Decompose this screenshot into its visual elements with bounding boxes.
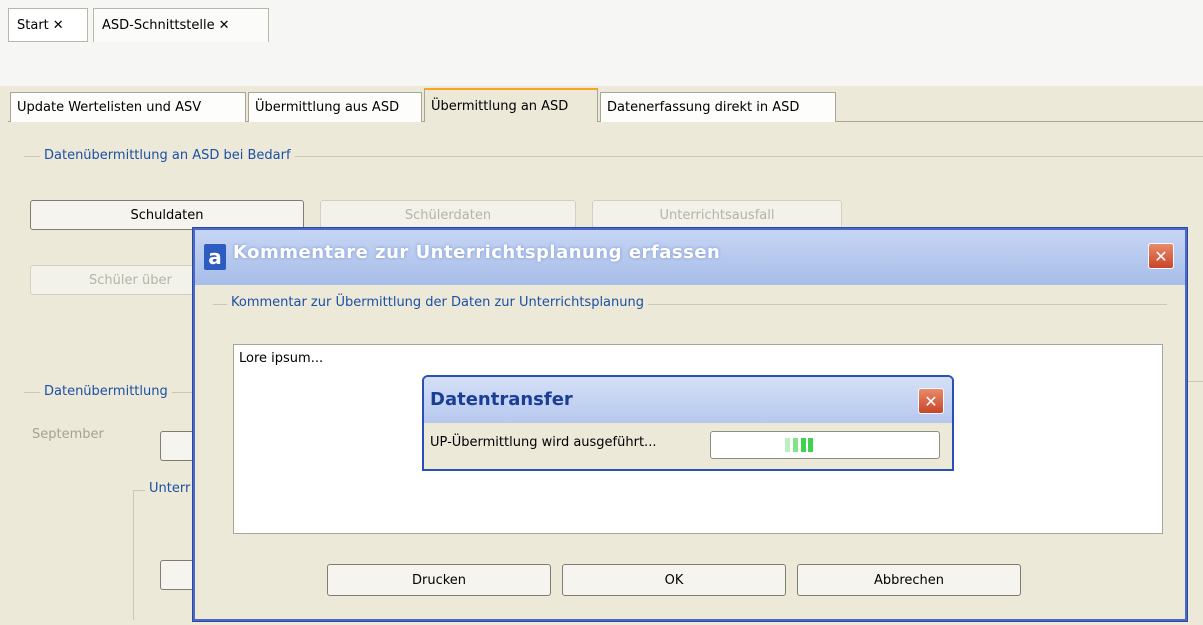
group-divider	[1187, 381, 1203, 382]
progress-title: Datentransfer	[430, 389, 573, 410]
button-label: Schülerdaten	[404, 207, 492, 223]
progress-chunk	[808, 438, 813, 452]
progress-message: UP-Übermittlung wird ausgeführt...	[430, 435, 657, 450]
progress-chunk	[801, 438, 806, 452]
doc-tab-label: Start	[17, 17, 49, 33]
button-label: Unterrichtsausfall	[659, 207, 775, 223]
schuelerdaten-button[interactable]: Schülerdaten	[320, 200, 576, 230]
schueler-uebertragen-button[interactable]: Schüler über	[30, 265, 200, 295]
schuldaten-button[interactable]: Schuldaten	[30, 200, 304, 230]
tab-label: Datenerfassung direkt in ASD	[607, 100, 800, 115]
tab-update-wertelisten[interactable]: Update Wertelisten und ASV	[10, 92, 246, 122]
app-icon: a	[204, 244, 226, 270]
doc-tab-asd-schnittstelle[interactable]: ASD-Schnittstelle ✕	[93, 8, 269, 42]
tab-uebermittlung-aus-asd[interactable]: Übermittlung aus ASD	[248, 92, 422, 122]
button-label: OK	[664, 572, 684, 588]
close-icon[interactable]: ✕	[53, 18, 64, 33]
button-label: Schuldaten	[130, 207, 204, 223]
dialog-title: Kommentare zur Unterrichtsplanung erfass…	[233, 242, 721, 263]
group-title-bedarf: Datenübermittlung an ASD bei Bedarf	[40, 148, 295, 163]
ok-button[interactable]: OK	[562, 564, 786, 596]
datentransfer-dialog: Datentransfer ✕ UP-Übermittlung wird aus…	[422, 375, 954, 471]
tab-uebermittlung-an-asd[interactable]: Übermittlung an ASD	[424, 88, 598, 123]
close-icon[interactable]: ✕	[219, 18, 230, 33]
cancel-button[interactable]: Abbrechen	[797, 564, 1021, 596]
unterrichtsausfall-button[interactable]: Unterrichtsausfall	[592, 200, 842, 230]
progress-bar	[710, 431, 940, 459]
doc-tab-label: ASD-Schnittstelle	[102, 18, 215, 33]
button-label: Abbrechen	[873, 572, 945, 588]
tab-label: Update Wertelisten und ASV	[17, 100, 202, 115]
comment-text: Lore ipsum...	[239, 351, 324, 366]
tab-datenerfassung-direkt[interactable]: Datenerfassung direkt in ASD	[600, 92, 836, 122]
button-label: Drucken	[411, 572, 467, 588]
group-title-datenuebermittlung: Datenübermittlung	[40, 384, 172, 399]
tab-label: Übermittlung aus ASD	[255, 100, 400, 115]
september-label: September	[32, 427, 104, 442]
button-label: Schüler über	[89, 272, 172, 288]
progress-chunk	[793, 438, 798, 452]
print-button[interactable]: Drucken	[327, 564, 551, 596]
dialog-group-title: Kommentar zur Übermittlung der Daten zur…	[227, 295, 648, 310]
doc-tab-start[interactable]: Start ✕	[8, 8, 88, 42]
group-border	[133, 490, 134, 620]
tab-label: Übermittlung an ASD	[431, 99, 569, 114]
close-icon[interactable]: ✕	[918, 388, 944, 414]
progress-chunk	[785, 438, 790, 452]
close-icon[interactable]: ✕	[1148, 243, 1174, 269]
group-title-unterricht: Unterr	[145, 481, 195, 496]
